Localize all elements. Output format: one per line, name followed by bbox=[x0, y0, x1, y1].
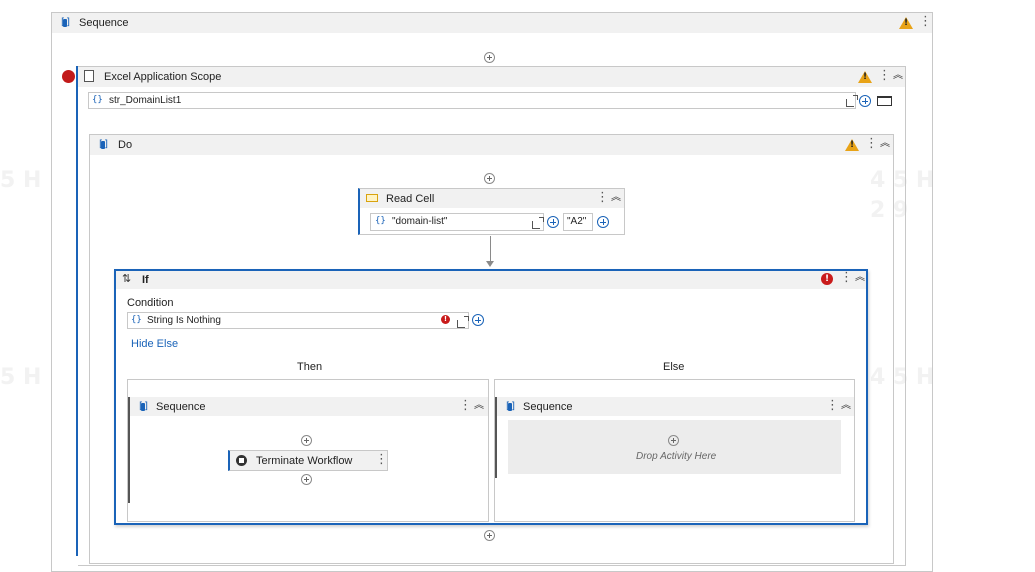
add-variable-icon[interactable] bbox=[472, 314, 484, 326]
flow-arrow-icon bbox=[486, 261, 494, 267]
add-activity-icon[interactable] bbox=[484, 52, 495, 63]
breakpoint-dot[interactable] bbox=[62, 70, 75, 83]
add-variable-icon[interactable] bbox=[597, 216, 609, 228]
terminate-workflow-title: Terminate Workflow bbox=[256, 455, 353, 467]
add-activity-icon[interactable] bbox=[484, 173, 495, 184]
kebab-menu-icon[interactable]: ⋮ bbox=[919, 15, 932, 28]
collapse-icon[interactable]: ︽ bbox=[841, 401, 851, 411]
error-icon[interactable]: ! bbox=[441, 315, 450, 324]
add-variable-icon[interactable] bbox=[547, 216, 559, 228]
stop-icon-square bbox=[239, 458, 244, 463]
workbook-path-field[interactable] bbox=[88, 92, 856, 109]
cell-value[interactable]: "A2" bbox=[567, 216, 586, 227]
outer-sequence-title: Sequence bbox=[79, 17, 129, 29]
warning-icon[interactable] bbox=[845, 139, 859, 151]
kebab-menu-icon[interactable]: ⋮ bbox=[878, 69, 891, 82]
then-sequence-title: Sequence bbox=[156, 401, 206, 413]
kebab-menu-icon[interactable]: ⋮ bbox=[459, 399, 472, 412]
read-cell-icon bbox=[366, 194, 378, 202]
flow-connector bbox=[490, 236, 491, 261]
then-label: Then bbox=[297, 361, 323, 373]
watermark: 5 H bbox=[0, 168, 42, 193]
read-cell-title: Read Cell bbox=[386, 193, 435, 205]
else-label: Else bbox=[663, 361, 685, 373]
sequence-icon: [ ] bbox=[503, 400, 517, 414]
warning-icon[interactable] bbox=[899, 17, 913, 29]
hide-else-link[interactable]: Hide Else bbox=[131, 338, 178, 350]
expression-icon: {} bbox=[131, 315, 142, 325]
drop-zone[interactable] bbox=[508, 420, 841, 474]
workbook-path-value[interactable]: str_DomainList1 bbox=[109, 95, 181, 106]
add-variable-icon[interactable] bbox=[859, 95, 871, 107]
condition-value[interactable]: String Is Nothing bbox=[147, 315, 221, 326]
sequence-icon: [ ] bbox=[96, 138, 110, 152]
expression-icon: {} bbox=[92, 95, 103, 105]
warning-icon[interactable] bbox=[858, 71, 872, 83]
sequence-icon: [ ] bbox=[58, 16, 72, 30]
kebab-menu-icon[interactable]: ⋮ bbox=[826, 399, 839, 412]
collapse-icon[interactable]: ︽ bbox=[855, 273, 865, 283]
drop-hint: Drop Activity Here bbox=[636, 451, 717, 462]
add-activity-icon[interactable] bbox=[668, 435, 679, 446]
excel-scope-icon bbox=[84, 70, 94, 82]
kebab-menu-icon[interactable]: ⋮ bbox=[865, 137, 878, 150]
if-header[interactable] bbox=[116, 271, 866, 289]
excel-scope-title: Excel Application Scope bbox=[104, 71, 222, 83]
add-activity-icon[interactable] bbox=[301, 474, 312, 485]
add-activity-icon[interactable] bbox=[301, 435, 312, 446]
kebab-menu-icon[interactable]: ⋮ bbox=[375, 453, 388, 466]
sheet-name-value[interactable]: "domain-list" bbox=[392, 216, 447, 227]
expression-icon: {} bbox=[375, 216, 386, 226]
else-sequence-title: Sequence bbox=[523, 401, 573, 413]
if-icon: ⇅ bbox=[122, 272, 132, 285]
if-title: If bbox=[142, 274, 149, 286]
collapse-icon[interactable]: ︽ bbox=[880, 139, 890, 149]
kebab-menu-icon[interactable]: ⋮ bbox=[840, 271, 853, 284]
watermark: 5 H bbox=[0, 365, 42, 390]
collapse-icon[interactable]: ︽ bbox=[611, 193, 621, 203]
outer-sequence-header[interactable] bbox=[52, 13, 932, 33]
expand-editor-icon[interactable] bbox=[457, 316, 469, 328]
condition-label: Condition bbox=[127, 297, 174, 309]
folder-icon[interactable] bbox=[877, 96, 892, 106]
collapse-icon[interactable]: ︽ bbox=[893, 71, 903, 81]
kebab-menu-icon[interactable]: ⋮ bbox=[596, 191, 609, 204]
sequence-icon: [ ] bbox=[136, 400, 150, 414]
expand-editor-icon[interactable] bbox=[532, 217, 544, 229]
error-icon[interactable]: ! bbox=[821, 273, 833, 285]
collapse-icon[interactable]: ︽ bbox=[474, 401, 484, 411]
add-activity-icon[interactable] bbox=[484, 530, 495, 541]
do-sequence-title: Do bbox=[118, 139, 133, 151]
do-sequence-header[interactable] bbox=[90, 135, 893, 155]
expand-editor-icon[interactable] bbox=[846, 95, 858, 107]
